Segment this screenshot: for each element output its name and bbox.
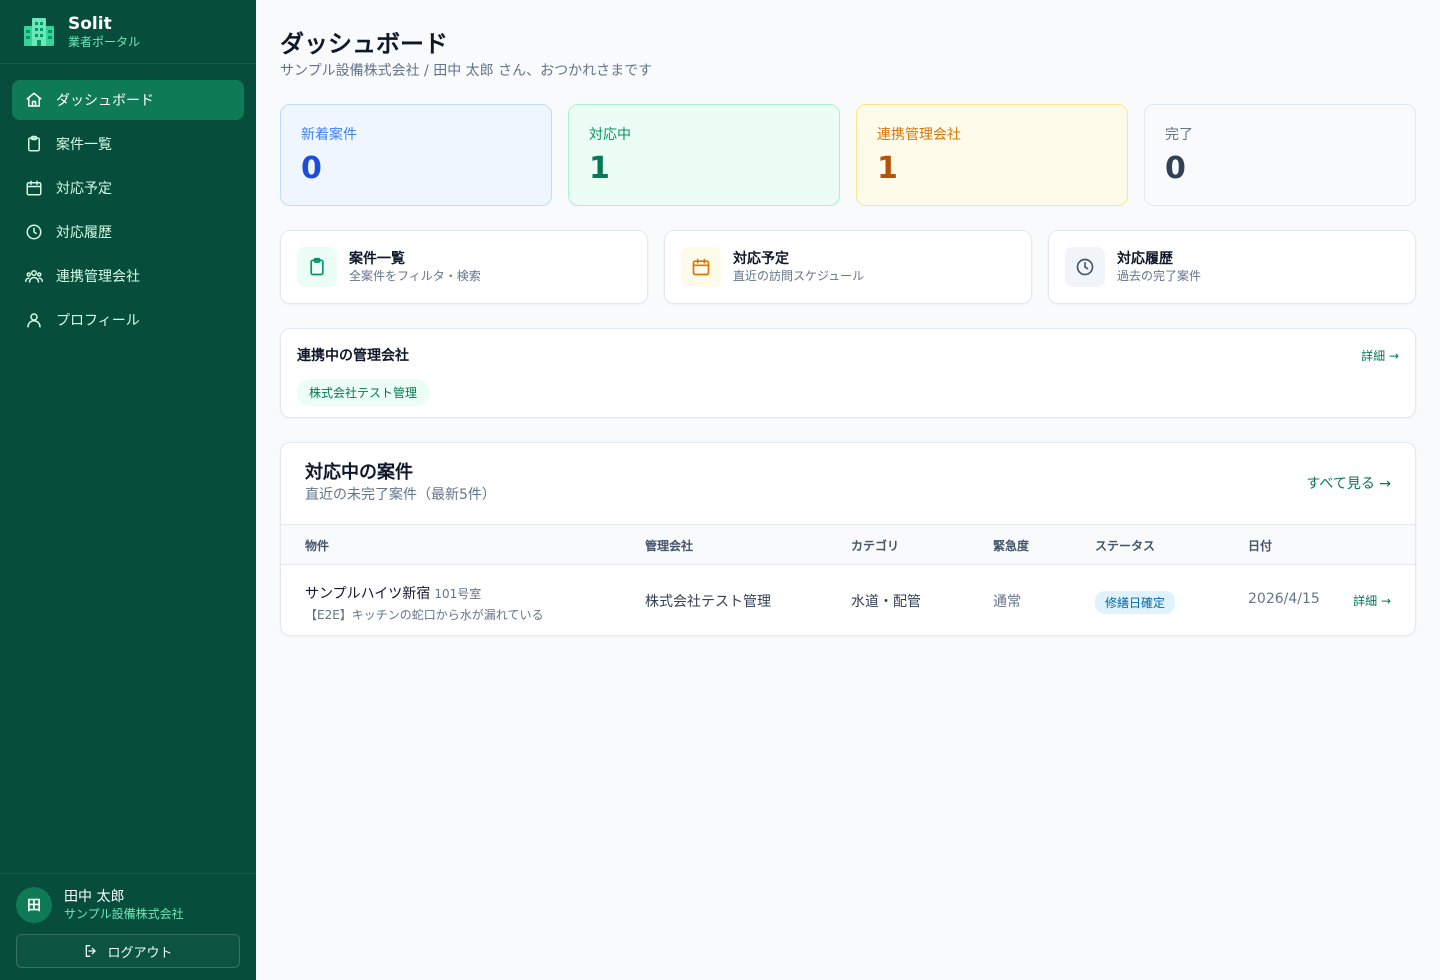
stats-row: 新着案件 0 対応中 1 連携管理会社 1 完了 0 <box>280 104 1416 206</box>
brand-subtitle: 業者ポータル <box>68 34 141 49</box>
user-icon <box>24 310 44 330</box>
user-company: サンプル設備株式会社 <box>64 907 184 921</box>
sidebar-item-history[interactable]: 対応履歴 <box>12 212 244 252</box>
clock-icon <box>1065 247 1105 287</box>
stat-value: 1 <box>877 151 898 186</box>
stat-value: 1 <box>589 151 610 186</box>
column-header-status: ステータス <box>1095 539 1156 553</box>
logout-icon <box>86 945 97 957</box>
calendar-icon <box>681 247 721 287</box>
status-badge: 修繕日確定 <box>1095 591 1176 614</box>
brand[interactable]: Solit 業者ポータル <box>0 0 256 64</box>
quick-link-title: 案件一覧 <box>349 251 405 267</box>
row-detail-link[interactable]: 詳細 → <box>1353 592 1391 609</box>
quick-link-cases[interactable]: 案件一覧 全案件をフィルタ・検索 <box>280 230 648 304</box>
stat-card-completed: 完了 0 <box>1144 104 1416 206</box>
logout-label: ログアウト <box>107 945 173 961</box>
column-header-company: 管理会社 <box>645 539 694 553</box>
column-header-urgency: 緊急度 <box>993 539 1030 553</box>
clipboard-icon <box>24 134 44 154</box>
stat-value: 0 <box>301 151 322 186</box>
partner-chip[interactable]: 株式会社テスト管理 <box>297 379 430 406</box>
quick-link-schedule[interactable]: 対応予定 直近の訪問スケジュール <box>664 230 1032 304</box>
sidebar-nav: ダッシュボード 案件一覧 対応予定 対応履歴 連携管理会社 プロフィール <box>0 64 256 340</box>
page-title: ダッシュボード <box>280 30 448 58</box>
user-info: 田 田中 太郎 サンプル設備株式会社 <box>16 886 240 924</box>
property-name: サンプルハイツ新宿 <box>305 586 431 602</box>
sidebar-item-label: 連携管理会社 <box>56 269 140 285</box>
stat-value: 0 <box>1165 151 1186 186</box>
sidebar-item-cases[interactable]: 案件一覧 <box>12 124 244 164</box>
sidebar-item-schedule[interactable]: 対応予定 <box>12 168 244 208</box>
stat-card-in-progress: 対応中 1 <box>568 104 840 206</box>
user-name: 田中 太郎 <box>64 889 125 905</box>
home-icon <box>24 90 44 110</box>
avatar: 田 <box>16 887 52 923</box>
quick-link-subtitle: 過去の完了案件 <box>1117 269 1202 283</box>
table-row[interactable]: サンプルハイツ新宿 101号室 【E2E】キッチンの蛇口から水が漏れている 株式会… <box>281 565 1415 635</box>
stat-card-partners: 連携管理会社 1 <box>856 104 1128 206</box>
column-header-date: 日付 <box>1248 539 1273 553</box>
quick-link-subtitle: 全案件をフィルタ・検索 <box>349 269 481 283</box>
users-icon <box>24 266 44 286</box>
cases-subtitle: 直近の未完了案件（最新5件） <box>305 487 496 503</box>
sidebar: Solit 業者ポータル ダッシュボード 案件一覧 対応予定 対応履歴 連携管理… <box>0 0 256 980</box>
quick-link-history[interactable]: 対応履歴 過去の完了案件 <box>1048 230 1416 304</box>
brand-name: Solit <box>68 13 112 34</box>
stat-label: 連携管理会社 <box>877 127 961 143</box>
property-room: 101号室 <box>434 587 482 601</box>
cases-header: 対応中の案件 直近の未完了案件（最新5件） すべて見る → <box>281 443 1415 525</box>
urgency-cell: 通常 <box>993 594 1021 610</box>
partners-detail-link[interactable]: 詳細 → <box>1361 347 1399 364</box>
sidebar-item-partners[interactable]: 連携管理会社 <box>12 256 244 296</box>
stat-card-new: 新着案件 0 <box>280 104 552 206</box>
quick-link-title: 対応履歴 <box>1117 251 1173 267</box>
sidebar-item-label: ダッシュボード <box>56 93 154 109</box>
case-description: 【E2E】キッチンの蛇口から水が漏れている <box>305 608 544 622</box>
sidebar-item-label: 対応履歴 <box>56 225 112 241</box>
sidebar-item-label: 案件一覧 <box>56 137 112 153</box>
partners-title: 連携中の管理会社 <box>297 348 409 364</box>
page-subtitle: サンプル設備株式会社 / 田中 太郎 さん、おつかれさまです <box>280 63 653 79</box>
date-cell: 2026/4/15 <box>1248 591 1320 607</box>
property-cell: サンプルハイツ新宿 101号室 【E2E】キッチンの蛇口から水が漏れている <box>305 583 543 623</box>
view-all-link[interactable]: すべて見る → <box>1306 473 1391 493</box>
building-logo-icon <box>24 17 54 46</box>
partners-card: 連携中の管理会社 詳細 → 株式会社テスト管理 <box>280 328 1416 418</box>
stat-label: 対応中 <box>589 127 631 143</box>
clipboard-icon <box>297 247 337 287</box>
quick-links: 案件一覧 全案件をフィルタ・検索 対応予定 直近の訪問スケジュール 対応履歴 過… <box>280 230 1416 304</box>
stat-label: 新着案件 <box>301 127 357 143</box>
sidebar-item-label: 対応予定 <box>56 181 112 197</box>
calendar-icon <box>24 178 44 198</box>
column-header-category: カテゴリ <box>851 539 900 553</box>
stat-label: 完了 <box>1165 127 1193 143</box>
logout-button[interactable]: ログアウト <box>16 934 240 968</box>
clock-icon <box>24 222 44 242</box>
table-header: 物件 管理会社 カテゴリ 緊急度 ステータス 日付 <box>281 525 1415 565</box>
sidebar-item-profile[interactable]: プロフィール <box>12 300 244 340</box>
sidebar-footer: 田 田中 太郎 サンプル設備株式会社 ログアウト <box>0 873 256 980</box>
company-cell: 株式会社テスト管理 <box>645 594 771 610</box>
quick-link-subtitle: 直近の訪問スケジュール <box>733 269 865 283</box>
column-header-property: 物件 <box>305 539 330 553</box>
cases-title: 対応中の案件 <box>305 462 413 483</box>
status-cell: 修繕日確定 <box>1095 591 1176 614</box>
sidebar-item-dashboard[interactable]: ダッシュボード <box>12 80 244 120</box>
sidebar-item-label: プロフィール <box>56 313 140 329</box>
active-cases-card: 対応中の案件 直近の未完了案件（最新5件） すべて見る → 物件 管理会社 カテ… <box>280 442 1416 636</box>
category-cell: 水道・配管 <box>851 594 921 610</box>
quick-link-title: 対応予定 <box>733 251 789 267</box>
